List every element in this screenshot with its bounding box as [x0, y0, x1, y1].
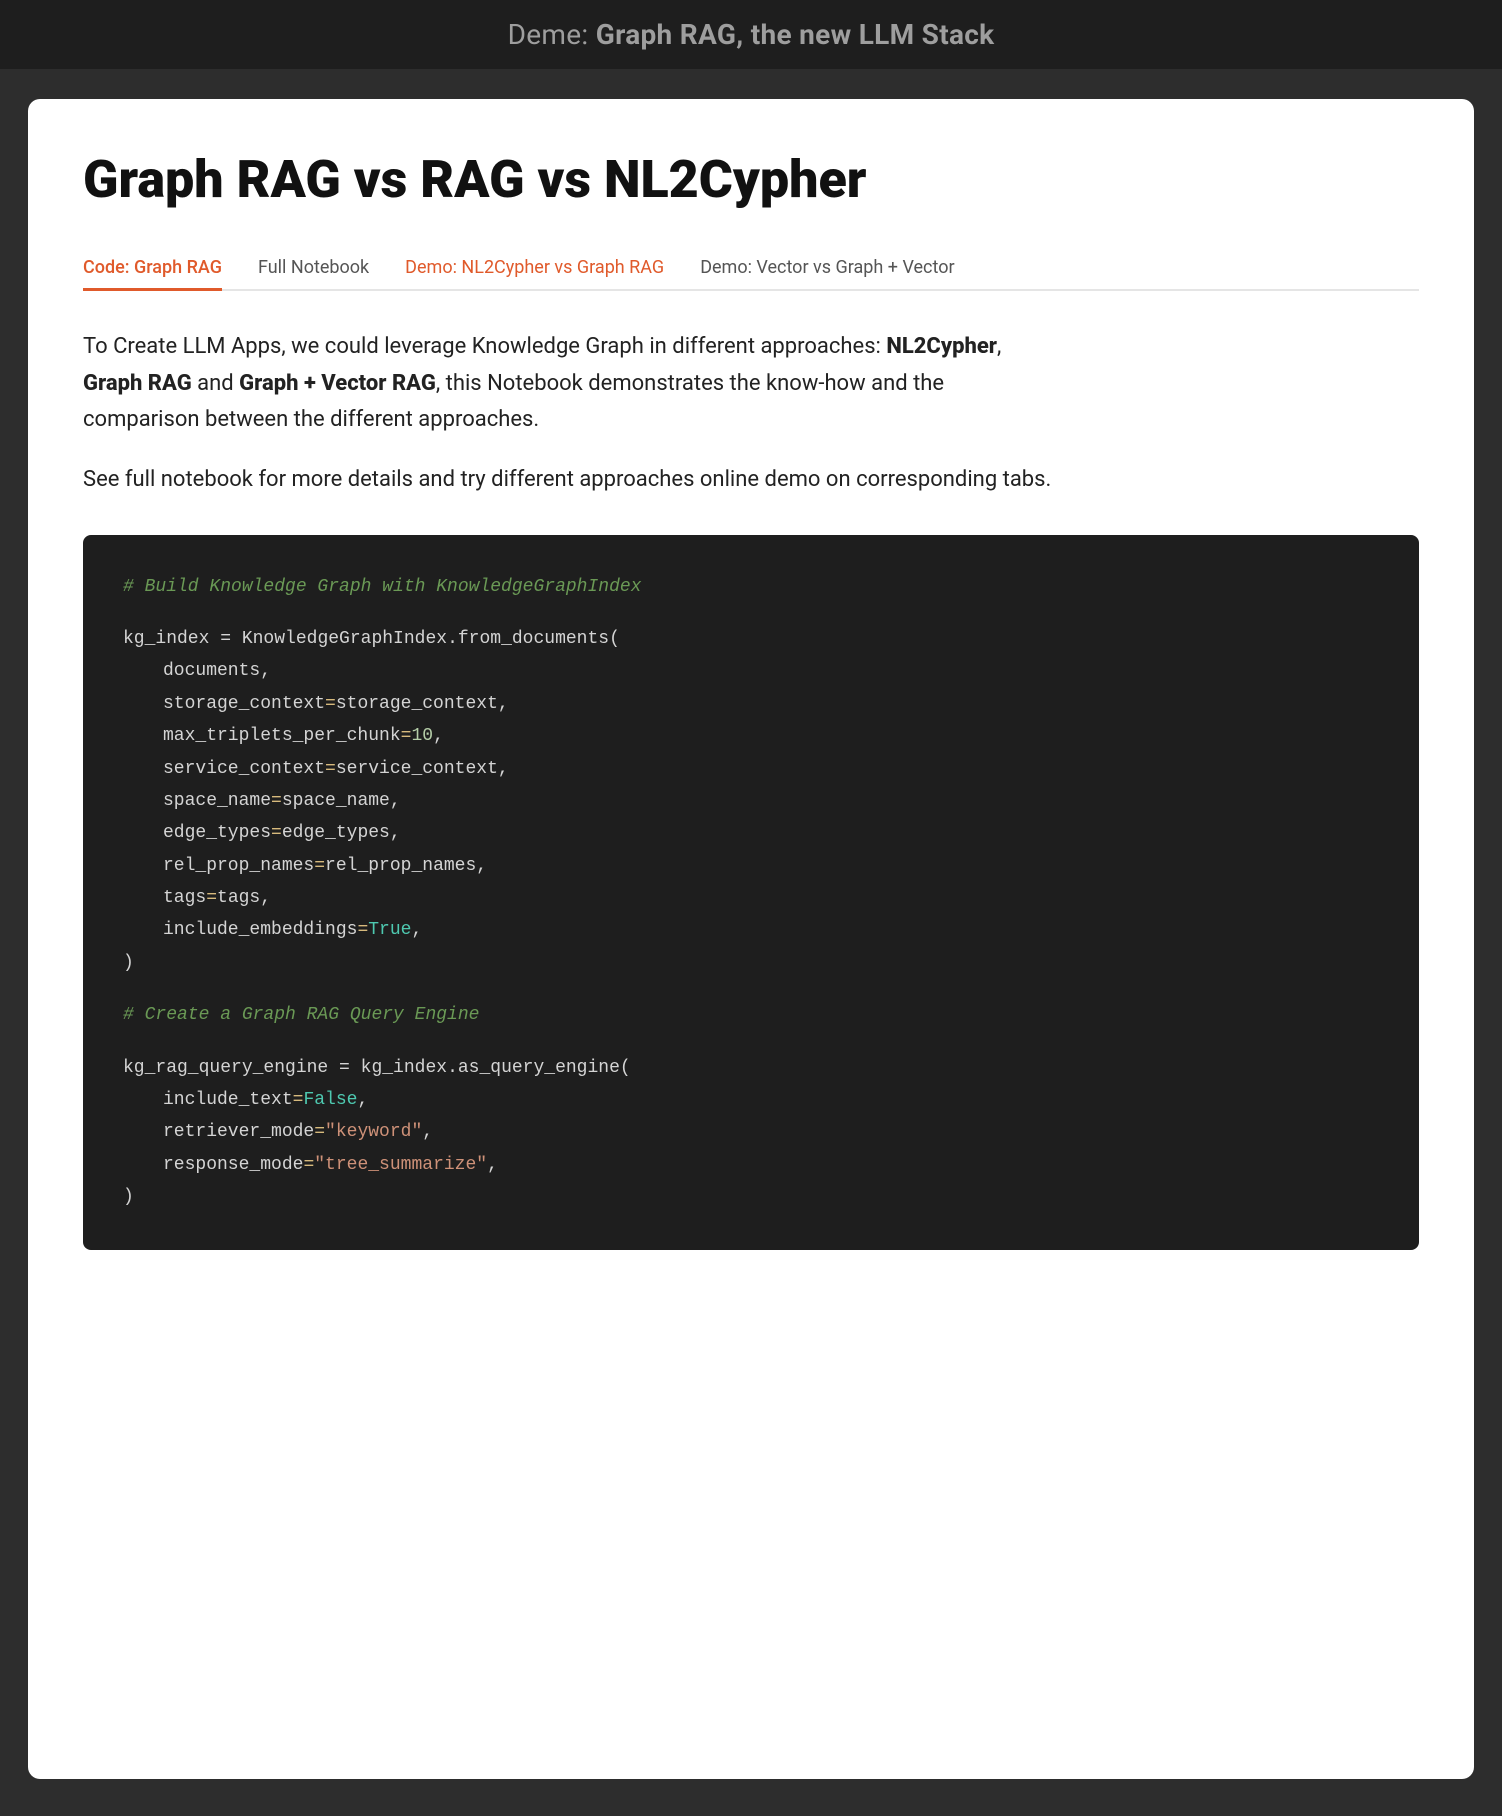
code-param-rel-prop-names: rel_prop_names=rel_prop_names, — [123, 850, 1379, 882]
code-param-max-triplets: max_triplets_per_chunk=10, — [123, 720, 1379, 752]
code-close-paren-1: ) — [123, 947, 1379, 979]
see-full-text: See full notebook for more details and t… — [83, 462, 1419, 498]
code-block: # Build Knowledge Graph with KnowledgeGr… — [83, 535, 1419, 1250]
code-line-kg-rag: kg_rag_query_engine = kg_index.as_query_… — [123, 1052, 1379, 1084]
description-bold3: Graph + Vector RAG — [239, 371, 436, 396]
code-param-response-mode: response_mode="tree_summarize", — [123, 1149, 1379, 1181]
tab-code-graph-rag[interactable]: Code: Graph RAG — [83, 247, 222, 291]
code-param-documents: documents, — [123, 655, 1379, 687]
top-bar-text: Deme: Graph RAG, the new LLM Stack — [508, 18, 995, 51]
code-comment-1: # Build Knowledge Graph with KnowledgeGr… — [123, 571, 1379, 603]
description-part1: To Create LLM Apps, we could leverage Kn… — [83, 334, 886, 359]
description-sep1: , — [997, 334, 1001, 359]
code-param-include-embeddings: include_embeddings=True, — [123, 914, 1379, 946]
code-param-edge-types: edge_types=edge_types, — [123, 817, 1379, 849]
description-part2: and — [192, 371, 239, 396]
top-bar: Deme: Graph RAG, the new LLM Stack — [0, 0, 1502, 69]
tab-demo-nl2cypher[interactable]: Demo: NL2Cypher vs Graph RAG — [405, 247, 664, 291]
code-param-space-name: space_name=space_name, — [123, 785, 1379, 817]
code-line-kg-index: kg_index = KnowledgeGraphIndex.from_docu… — [123, 623, 1379, 655]
code-param-service-context: service_context=service_context, — [123, 753, 1379, 785]
tabs-nav: Code: Graph RAG Full Notebook Demo: NL2C… — [83, 247, 1419, 291]
description-paragraph: To Create LLM Apps, we could leverage Kn… — [83, 329, 1063, 438]
code-param-include-text: include_text=False, — [123, 1084, 1379, 1116]
description-bold2: Graph RAG — [83, 371, 192, 396]
code-param-retriever-mode: retriever_mode="keyword", — [123, 1116, 1379, 1148]
main-container: Graph RAG vs RAG vs NL2Cypher Code: Grap… — [28, 99, 1474, 1779]
code-param-storage-context: storage_context=storage_context, — [123, 688, 1379, 720]
tab-demo-vector[interactable]: Demo: Vector vs Graph + Vector — [700, 247, 954, 291]
description-bold1: NL2Cypher — [886, 334, 997, 359]
page-title: Graph RAG vs RAG vs NL2Cypher — [83, 149, 1419, 211]
tab-full-notebook[interactable]: Full Notebook — [258, 247, 369, 291]
code-param-tags: tags=tags, — [123, 882, 1379, 914]
code-close-paren-2: ) — [123, 1181, 1379, 1213]
code-comment-2: # Create a Graph RAG Query Engine — [123, 999, 1379, 1031]
